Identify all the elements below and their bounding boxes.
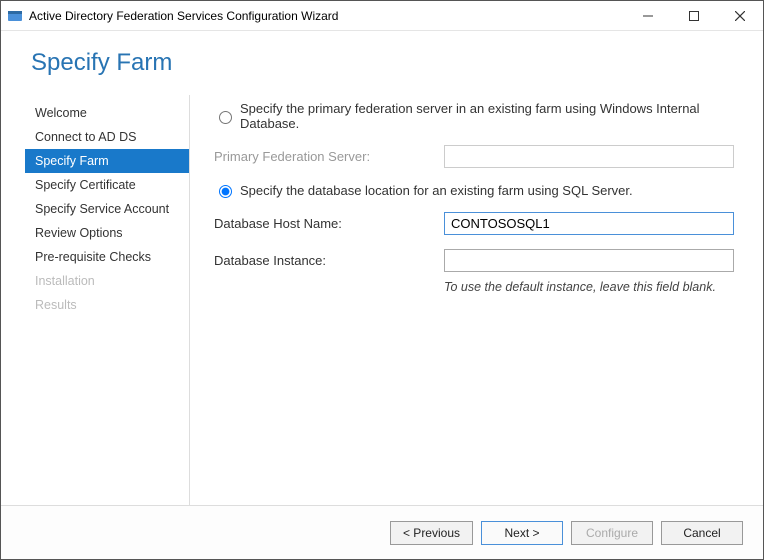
content-area: Specify Farm Welcome Connect to AD DS Sp… <box>1 31 763 559</box>
radio-wid-label[interactable]: Specify the primary federation server in… <box>240 101 739 131</box>
db-host-input[interactable] <box>444 212 734 235</box>
sidebar-item-specify-certificate[interactable]: Specify Certificate <box>25 173 189 197</box>
db-instance-hint: To use the default instance, leave this … <box>444 280 739 294</box>
option-wid-row: Specify the primary federation server in… <box>214 101 739 131</box>
window-controls <box>625 1 763 31</box>
window-title: Active Directory Federation Services Con… <box>29 9 338 23</box>
main-panel: Specify the primary federation server in… <box>190 95 739 505</box>
primary-server-label: Primary Federation Server: <box>214 149 444 164</box>
wizard-sidebar: Welcome Connect to AD DS Specify Farm Sp… <box>25 95 190 505</box>
db-instance-row: Database Instance: <box>214 249 739 272</box>
cancel-button[interactable]: Cancel <box>661 521 743 545</box>
configure-button: Configure <box>571 521 653 545</box>
sidebar-item-specify-farm[interactable]: Specify Farm <box>25 149 189 173</box>
sidebar-item-review-options[interactable]: Review Options <box>25 221 189 245</box>
sidebar-item-results: Results <box>25 293 189 317</box>
app-icon <box>7 8 23 24</box>
next-button[interactable]: Next > <box>481 521 563 545</box>
sidebar-item-connect-adds[interactable]: Connect to AD DS <box>25 125 189 149</box>
sidebar-item-welcome[interactable]: Welcome <box>25 101 189 125</box>
body: Welcome Connect to AD DS Specify Farm Sp… <box>1 95 763 505</box>
sidebar-item-prerequisite-checks[interactable]: Pre-requisite Checks <box>25 245 189 269</box>
radio-sql-label[interactable]: Specify the database location for an exi… <box>240 183 633 198</box>
titlebar: Active Directory Federation Services Con… <box>1 1 763 31</box>
radio-sql[interactable] <box>219 185 232 198</box>
close-button[interactable] <box>717 1 763 31</box>
option-sql-row: Specify the database location for an exi… <box>214 182 739 198</box>
page-title: Specify Farm <box>1 31 763 95</box>
radio-wid[interactable] <box>219 111 232 124</box>
sidebar-item-specify-service-account[interactable]: Specify Service Account <box>25 197 189 221</box>
minimize-button[interactable] <box>625 1 671 31</box>
db-host-label: Database Host Name: <box>214 216 444 231</box>
primary-server-row: Primary Federation Server: <box>214 145 739 168</box>
wizard-window: Active Directory Federation Services Con… <box>0 0 764 560</box>
footer: < Previous Next > Configure Cancel <box>1 505 763 559</box>
previous-button[interactable]: < Previous <box>390 521 473 545</box>
sidebar-item-installation: Installation <box>25 269 189 293</box>
primary-server-input <box>444 145 734 168</box>
maximize-button[interactable] <box>671 1 717 31</box>
db-instance-input[interactable] <box>444 249 734 272</box>
db-instance-label: Database Instance: <box>214 253 444 268</box>
db-host-row: Database Host Name: <box>214 212 739 235</box>
